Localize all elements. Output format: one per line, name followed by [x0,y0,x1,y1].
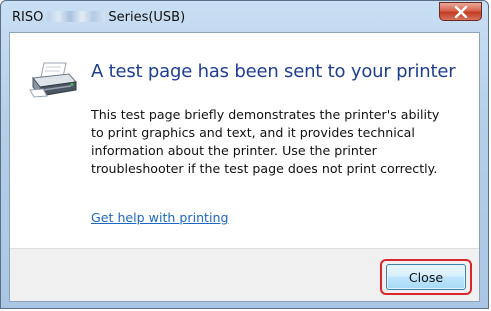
dialog-message: This test page briefly demonstrates the … [91,106,475,178]
dialog-footer: Close [10,248,479,301]
message-line: This test page briefly demonstrates the … [91,107,440,122]
title-bar[interactable]: RISO Series(USB) [1,1,488,33]
close-button[interactable]: Close [386,264,466,290]
dialog-content: A test page has been sent to your printe… [9,32,480,302]
message-line: to print graphics and text, and it provi… [91,125,415,140]
message-line: information about the printer. Use the p… [91,143,377,158]
help-link[interactable]: Get help with printing [91,210,228,225]
title-suffix: Series(USB) [108,10,186,25]
message-line: troubleshooter if the test page does not… [91,161,438,176]
window-title: RISO Series(USB) [12,10,185,25]
printer-icon [29,62,77,98]
dialog-window: RISO Series(USB) A test page has been sen… [0,0,489,309]
title-prefix: RISO [12,10,44,25]
dialog-heading: A test page has been sent to your printe… [91,61,456,82]
close-icon [454,6,468,18]
redacted-model-name [47,11,106,22]
window-close-button[interactable] [439,2,482,21]
